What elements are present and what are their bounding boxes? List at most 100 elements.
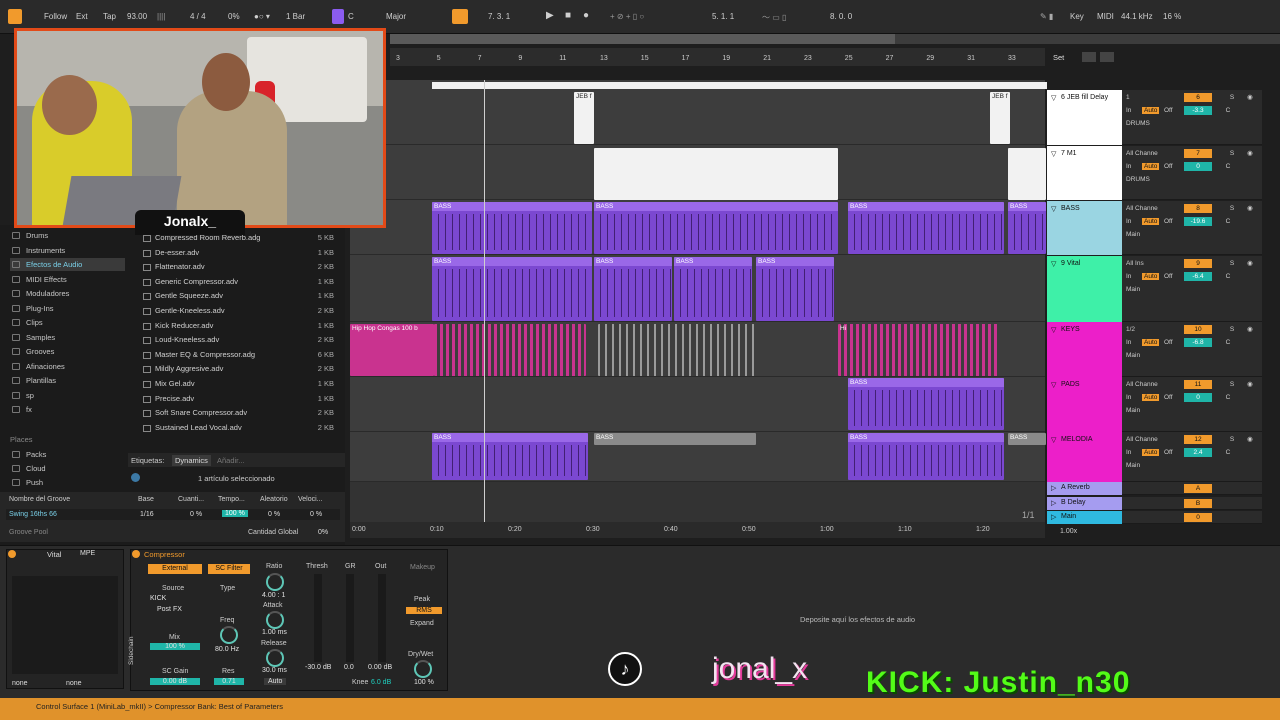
monitor-in[interactable]: In — [1126, 339, 1131, 346]
clip-melodia-muted[interactable]: BASS — [594, 433, 756, 445]
peak-button[interactable]: Peak — [414, 596, 430, 603]
track-activator[interactable]: 11 — [1184, 380, 1212, 389]
arm-icon[interactable]: ◉ — [1244, 204, 1256, 213]
arm-icon[interactable]: ◉ — [1244, 380, 1256, 389]
pan-field[interactable]: C — [1222, 162, 1234, 171]
vital-mpe[interactable]: MPE — [80, 550, 95, 557]
places-item[interactable]: Packs — [10, 448, 125, 461]
output-select[interactable]: Main — [1126, 407, 1140, 414]
track-activator[interactable]: 7 — [1184, 149, 1212, 158]
places-item[interactable]: Push — [10, 476, 125, 489]
fold-icon[interactable]: ▽ — [1051, 260, 1056, 268]
monitor-auto[interactable]: Auto — [1142, 163, 1160, 170]
volume-field[interactable]: -6.4 — [1184, 272, 1212, 281]
vital-none-1[interactable]: none — [12, 680, 28, 687]
monitor-in[interactable]: In — [1126, 449, 1131, 456]
stop-icon[interactable]: ■ — [565, 10, 571, 21]
key-map-button[interactable]: Key — [1070, 12, 1084, 21]
fold-icon[interactable]: ▷ — [1051, 513, 1056, 521]
vital-power-icon[interactable] — [8, 550, 16, 558]
browser-file[interactable]: Flattenator.adv 2 KB — [140, 260, 340, 275]
groove-name[interactable]: Swing 16ths 66 — [9, 511, 57, 518]
drop-effects-hint[interactable]: Deposite aquí los efectos de audio — [800, 615, 915, 624]
track-name[interactable]: BASS — [1061, 205, 1080, 212]
auto-release-button[interactable]: Auto — [264, 678, 287, 685]
browser-file[interactable]: Gentle-Kneeless.adv 2 KB — [140, 304, 340, 319]
attack-knob[interactable] — [266, 611, 284, 629]
solo-button[interactable]: S — [1226, 435, 1238, 444]
browser-file[interactable]: Sustained Lead Vocal.adv 2 KB — [140, 421, 340, 436]
fold-icon[interactable]: ▽ — [1051, 381, 1056, 389]
browser-category[interactable]: Clips — [10, 316, 125, 329]
ruler-bar-number[interactable]: 19 — [722, 55, 730, 62]
monitor-auto[interactable]: Auto — [1142, 218, 1160, 225]
pan-field[interactable]: C — [1222, 272, 1234, 281]
groove-column-header[interactable]: Tempo... — [218, 496, 245, 503]
ruler-bar-number[interactable]: 15 — [641, 55, 649, 62]
ruler-bar-number[interactable]: 17 — [682, 55, 690, 62]
monitor-in[interactable]: In — [1126, 273, 1131, 280]
browser-category[interactable]: MIDI Effects — [10, 273, 125, 286]
monitor-auto[interactable]: Auto — [1142, 339, 1160, 346]
ruler-bar-number[interactable]: 21 — [763, 55, 771, 62]
clip-keys-2[interactable]: Hi — [838, 324, 1000, 376]
clip-congas[interactable]: Hip Hop Congas 100 b — [350, 324, 434, 376]
pan-field[interactable]: C — [1222, 217, 1234, 226]
loop-icons[interactable]: 〜 ▭ ▯ — [762, 12, 786, 23]
input-select[interactable]: 1 — [1126, 94, 1130, 101]
clip-midi[interactable]: BASS — [756, 257, 834, 321]
set-expand-icon[interactable] — [1082, 52, 1096, 62]
volume-field[interactable]: -3.3 — [1184, 106, 1212, 115]
fold-icon[interactable]: ▷ — [1051, 499, 1056, 507]
track-name[interactable]: 9 Vital — [1061, 260, 1080, 267]
track-header[interactable]: ▽ 7 M1 — [1047, 146, 1122, 200]
res-value[interactable]: 0.71 — [214, 678, 244, 685]
output-select[interactable]: DRUMS — [1126, 176, 1150, 183]
clip-m1-2[interactable] — [1008, 148, 1046, 200]
fold-icon[interactable]: ▽ — [1051, 436, 1056, 444]
groove-column-header[interactable]: Base — [138, 496, 154, 503]
tempo-field[interactable]: 93.00 — [127, 12, 147, 21]
browser-file[interactable]: Mix Gel.adv 1 KB — [140, 377, 340, 392]
sc-gain-value[interactable]: 0.00 dB — [150, 678, 200, 685]
ruler-bar-number[interactable]: 13 — [600, 55, 608, 62]
browser-file[interactable]: Generic Compressor.adv 1 KB — [140, 275, 340, 290]
monitor-off[interactable]: Off — [1164, 394, 1173, 401]
output-select[interactable]: DRUMS — [1126, 120, 1150, 127]
arm-icon[interactable]: ◉ — [1244, 435, 1256, 444]
rms-button[interactable]: RMS — [406, 607, 442, 614]
expand-button[interactable]: Expand — [410, 620, 434, 627]
browser-category[interactable]: Plantillas — [10, 374, 125, 387]
beat-ruler[interactable] — [390, 48, 1045, 66]
monitor-in[interactable]: In — [1126, 107, 1131, 114]
return-track-header[interactable]: ▷ Main — [1047, 511, 1122, 524]
browser-category[interactable]: Efectos de Audio — [10, 258, 125, 271]
track-name[interactable]: PADS — [1061, 381, 1080, 388]
time-signature[interactable]: 4 / 4 — [190, 12, 206, 21]
volume-field[interactable]: -19.6 — [1184, 217, 1212, 226]
input-select[interactable]: 1/2 — [1126, 326, 1135, 333]
arm-icon[interactable]: ◉ — [1244, 259, 1256, 268]
track-activator[interactable]: 6 — [1184, 93, 1212, 102]
monitor-auto[interactable]: Auto — [1142, 394, 1160, 401]
clip-jeb-1[interactable]: JEB f — [574, 92, 594, 144]
draw-icon[interactable]: ✎ ▮ — [1040, 12, 1053, 21]
ruler-bar-number[interactable]: 31 — [967, 55, 975, 62]
input-select[interactable]: All Channe — [1126, 205, 1158, 212]
return-activator[interactable]: B — [1184, 498, 1212, 508]
clip-jeb-2[interactable]: JEB f — [990, 92, 1010, 144]
browser-file[interactable]: Loud-Kneeless.adv 2 KB — [140, 333, 340, 348]
tag-dynamics[interactable]: Dynamics — [172, 455, 211, 466]
monitor-auto[interactable]: Auto — [1142, 273, 1160, 280]
clip-midi[interactable]: BASS — [848, 378, 1004, 430]
clip-header[interactable] — [848, 378, 1004, 387]
clip-midi[interactable]: BASS — [594, 202, 838, 254]
browser-file[interactable]: Soft Snare Compressor.adv 2 KB — [140, 406, 340, 421]
monitor-auto[interactable]: Auto — [1142, 107, 1160, 114]
ruler-bar-number[interactable]: 3 — [396, 55, 400, 62]
browser-category[interactable]: Instruments — [10, 244, 125, 257]
vital-name[interactable]: Vital — [47, 550, 61, 559]
groove-velocity[interactable]: 0 % — [310, 511, 322, 518]
tap-button[interactable]: Tap — [103, 12, 116, 21]
scale-icon[interactable] — [332, 9, 344, 24]
